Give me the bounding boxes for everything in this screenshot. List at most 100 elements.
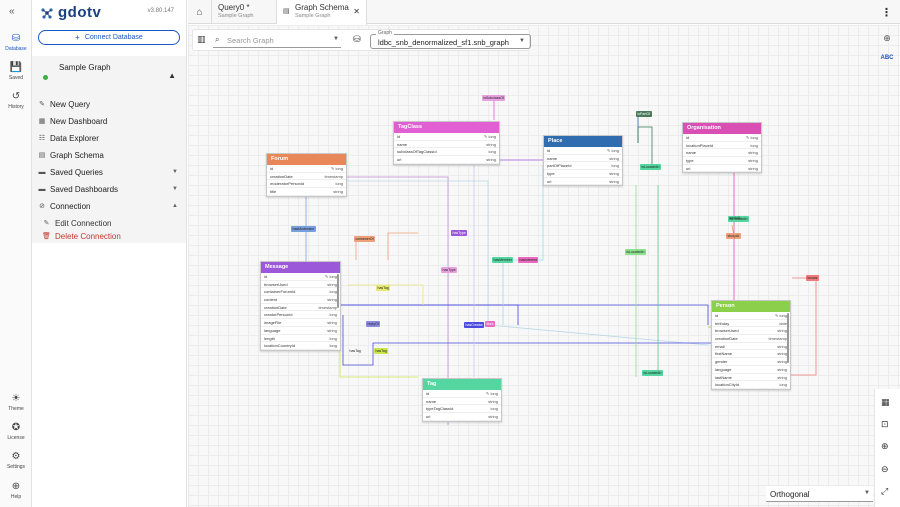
- node-scrollbar[interactable]: [337, 274, 339, 308]
- search-graph-input[interactable]: ⌕ Search Graph ▼: [213, 34, 341, 48]
- edge-label[interactable]: studyAt: [726, 233, 741, 239]
- menu-new-dashboard[interactable]: ▦ New Dashboard: [32, 113, 186, 129]
- node-property: subclassOfTagClassId long: [394, 148, 499, 157]
- node-property: title string: [267, 188, 346, 196]
- node-property: birthday date: [712, 320, 790, 328]
- edge-label[interactable]: isLocatedIn: [642, 370, 663, 376]
- edge-label[interactable]: likes: [485, 321, 496, 327]
- menu-saved-dashboards[interactable]: ▬ Saved Dashboards ▼: [32, 181, 186, 197]
- edge-containerOf: [387, 232, 418, 260]
- locate-icon[interactable]: ⊕: [880, 33, 894, 44]
- rail-help[interactable]: ⊕ Help: [0, 481, 32, 501]
- node-message[interactable]: Message id ✎ long browserUsed string conta…: [260, 261, 341, 351]
- schema-icon: ▤: [38, 152, 46, 159]
- node-organisation[interactable]: Organisation id ✎ long locationPlaceId lon…: [682, 122, 762, 174]
- more-options-icon[interactable]: ⋮: [881, 6, 892, 19]
- rail-history[interactable]: ↺ History: [0, 91, 32, 111]
- edge-label[interactable]: replyOf: [366, 321, 381, 327]
- node-property: creationDate timestamp: [267, 173, 346, 181]
- menu-graph-schema[interactable]: ▤ Graph Schema: [32, 147, 186, 163]
- tab-graph-schema[interactable]: ▤ Graph Schema Sample Graph ✕: [277, 0, 367, 25]
- tab-query0[interactable]: Query0 * Sample Graph: [212, 0, 277, 24]
- graph-select-label: Graph: [376, 30, 394, 36]
- node-title: Tag: [423, 379, 501, 390]
- collapse-sidebar-icon[interactable]: «: [9, 6, 15, 17]
- graph-select[interactable]: Graph ldbc_snb_denormalized_sf1.snb_grap…: [370, 30, 531, 49]
- node-property: type string: [683, 157, 761, 165]
- rail-license[interactable]: ✪ License: [0, 422, 32, 442]
- rail-settings[interactable]: ⚙ Settings: [0, 451, 32, 471]
- edge-label[interactable]: hasMember: [492, 257, 514, 263]
- node-property: email string: [712, 343, 790, 351]
- new-query-icon: ✎: [39, 101, 45, 108]
- node-property: name string: [544, 155, 622, 163]
- node-property: id ✎ long: [394, 133, 499, 141]
- zoom-in-icon[interactable]: ⊕: [881, 441, 889, 452]
- node-property: lastName string: [712, 374, 790, 382]
- rail-saved[interactable]: 💾 Saved: [0, 62, 32, 82]
- edit-icon: ✎: [43, 220, 50, 227]
- edge-label[interactable]: hasTag: [374, 348, 389, 354]
- menu-saved-queries[interactable]: ▬ Saved Queries ▼: [32, 164, 186, 180]
- edge-place-self: [637, 126, 653, 167]
- node-tagclass[interactable]: TagClass id ✎ long name string subclassOfT…: [393, 121, 500, 165]
- node-property: moderatorPersonId long: [267, 180, 346, 189]
- edge-label[interactable]: hasTag: [348, 348, 362, 354]
- tab-query0-subtitle: Sample Graph: [218, 13, 254, 19]
- edge-message-person: [342, 315, 748, 366]
- toggle-panel-icon[interactable]: ▥: [197, 34, 206, 45]
- menu-new-query[interactable]: ✎ New Query: [32, 96, 186, 112]
- close-tab-icon[interactable]: ✕: [353, 7, 360, 16]
- zoom-out-icon[interactable]: ⊖: [881, 464, 889, 475]
- edge-label[interactable]: workAt: [728, 215, 742, 221]
- connect-database-button[interactable]: + Connect Database: [38, 30, 180, 45]
- edge-label[interactable]: isLocatedIn: [625, 249, 646, 255]
- schema-canvas[interactable]: isSubclassOf isPartOf isLocatedIn isLoca…: [188, 25, 900, 507]
- table-icon: ☷: [38, 135, 46, 142]
- layout-select[interactable]: Orthogonal ▼: [766, 486, 873, 502]
- abc-label-toggle-icon[interactable]: ABC: [880, 55, 894, 61]
- node-scrollbar[interactable]: [787, 313, 789, 363]
- node-place[interactable]: Place id ✎ long name string partOfPlaceId l…: [543, 135, 623, 187]
- menu-saved-queries-label: Saved Queries: [50, 167, 103, 177]
- edge-label[interactable]: containerOf: [354, 236, 376, 242]
- edge-label[interactable]: knows: [806, 275, 819, 281]
- edge-label[interactable]: hasModerator: [291, 226, 316, 232]
- database-icon: ⛁: [11, 33, 21, 44]
- search-placeholder: Search Graph: [227, 36, 274, 45]
- edge-label[interactable]: hasType: [441, 267, 458, 273]
- connect-database-label: Connect Database: [84, 34, 143, 41]
- canvas-tools: ▦ ⊡ ⊕ ⊖ ⤢: [874, 389, 900, 507]
- node-tag[interactable]: Tag id ✎ long name string typeTagClassId lo…: [422, 378, 502, 422]
- edge-label[interactable]: hasType: [451, 230, 468, 236]
- database-header[interactable]: Sample Graph ▲: [32, 56, 186, 94]
- node-property: browserUsed string: [261, 281, 340, 289]
- edge-label[interactable]: hasCreator: [464, 322, 485, 328]
- rail-saved-label: Saved: [8, 75, 24, 81]
- legend-icon[interactable]: ▦: [881, 397, 890, 408]
- fullscreen-icon[interactable]: ⤢: [881, 486, 888, 497]
- menu-graph-schema-label: Graph Schema: [50, 150, 104, 160]
- rail-database[interactable]: ⛁ Database: [0, 33, 32, 53]
- rail-help-label: Help: [10, 494, 22, 500]
- graph-select-icon[interactable]: ⛁: [353, 34, 361, 45]
- edge-label[interactable]: hasTag: [376, 285, 391, 291]
- node-person[interactable]: Person id ✎ long birthday date browserUsed…: [711, 300, 791, 390]
- schema-toolbar: ▥ ⌕ Search Graph ▼ ⛁ Graph ldbc_snb_deno…: [192, 29, 531, 51]
- node-property: creatorPersonId long: [261, 311, 340, 320]
- home-tab[interactable]: ⌂: [188, 0, 212, 24]
- rail-theme[interactable]: ☀ Theme: [0, 393, 32, 413]
- edit-connection-item[interactable]: ✎ Edit Connection: [42, 216, 112, 230]
- menu-connection[interactable]: ⊘ Connection ▲: [32, 198, 186, 214]
- delete-connection-item[interactable]: 🗑 Delete Connection: [42, 229, 121, 243]
- edge-label[interactable]: isPartOf: [636, 111, 652, 117]
- menu-data-explorer[interactable]: ☷ Data Explorer: [32, 130, 186, 146]
- node-forum[interactable]: Forum id ✎ long creationDate timestamp mod…: [266, 153, 347, 197]
- chevron-up-icon[interactable]: ▲: [168, 71, 176, 80]
- edge-hasInterest: [513, 165, 544, 261]
- edge-label[interactable]: isSubclassOf: [482, 95, 506, 101]
- edge-label[interactable]: hasInterest: [518, 257, 539, 263]
- brand-name: gdotv: [58, 4, 102, 21]
- edge-label[interactable]: isLocatedIn: [640, 164, 661, 170]
- fit-selection-icon[interactable]: ⊡: [881, 419, 889, 430]
